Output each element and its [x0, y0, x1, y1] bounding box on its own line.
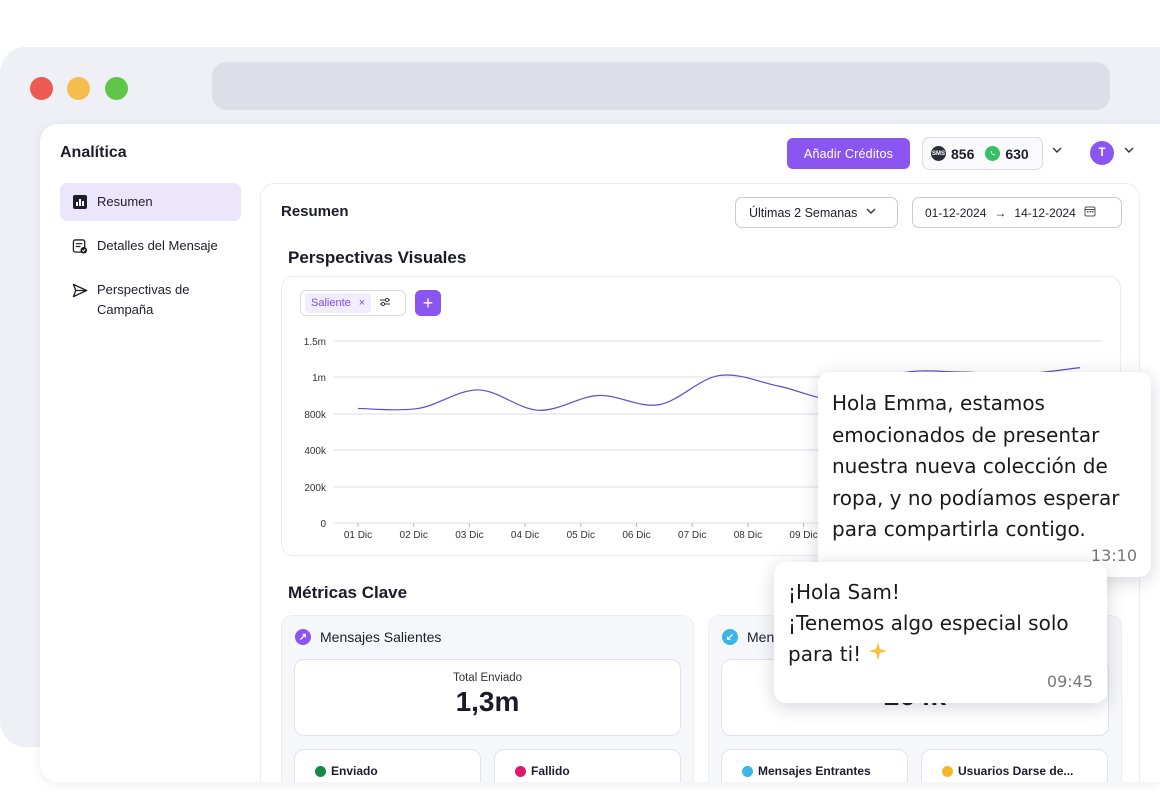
chevron-down-icon[interactable] — [1123, 144, 1135, 159]
date-to: 14-12-2024 — [1014, 205, 1076, 220]
metric-card-title: Mensajes Salientes — [320, 629, 442, 645]
whatsapp-icon — [985, 146, 1001, 161]
legend-dot — [742, 766, 753, 777]
page-title: Analítica — [60, 144, 127, 161]
key-metrics-title: Métricas Clave — [288, 583, 408, 602]
x-tick-label: 01 Dic — [344, 530, 372, 541]
date-range-picker[interactable]: 01-12-2024 → 14-12-2024 — [912, 197, 1122, 228]
chevron-down-icon — [865, 205, 877, 220]
message-text: ¡Hola Sam! ¡Tenemos algo especial solo p… — [788, 580, 1069, 666]
message-bubble: ¡Hola Sam! ¡Tenemos algo especial solo p… — [774, 562, 1107, 703]
filter-chip[interactable]: Saliente × — [300, 290, 406, 316]
sidebar: Resumen Detalles del Mensaje Perspectiva… — [60, 183, 241, 335]
total-value: 1,3m — [455, 686, 520, 717]
x-tick-label: 03 Dic — [455, 530, 483, 541]
x-tick-label: 09 Dic — [789, 530, 817, 541]
legend-dot — [315, 766, 326, 777]
sidebar-item-label: Resumen — [97, 194, 153, 209]
sliders-icon[interactable] — [379, 296, 391, 311]
outgoing-metrics-card: ↗ Mensajes Salientes Total Enviado 1,3m … — [281, 615, 694, 782]
y-tick-label: 1.5m — [304, 337, 326, 348]
whatsapp-balance: 630 — [1005, 145, 1029, 162]
message-content: ¡Hola Sam! ¡Tenemos algo especial solo p… — [788, 577, 1069, 670]
sms-balance: 856 — [951, 145, 975, 162]
add-filter-button[interactable]: + — [415, 290, 441, 316]
add-credits-button[interactable]: Añadir Créditos — [787, 138, 910, 169]
x-tick-label: 06 Dic — [622, 530, 650, 541]
calendar-icon — [1084, 205, 1096, 220]
section-heading: Resumen — [281, 203, 349, 220]
arrow-up-right-icon: ↗ — [295, 629, 311, 645]
message-text: Hola Emma, estamos emocionados de presen… — [832, 391, 1120, 541]
incoming-stat: Mensajes Entrantes — [721, 749, 908, 782]
sms-icon: SMS — [931, 146, 946, 161]
total-sent-box: Total Enviado 1,3m — [294, 659, 681, 736]
range-select-value: Últimas 2 Semanas — [749, 205, 858, 220]
legend-dot — [515, 766, 526, 777]
maximize-window-button[interactable] — [105, 77, 128, 100]
metric-card-title: Men — [747, 629, 775, 645]
filter-chip-label: Saliente × — [305, 293, 372, 313]
date-from: 01-12-2024 — [925, 205, 987, 220]
metric-card-header: ↗ Mensajes Salientes — [295, 629, 441, 645]
arrow-icon: → — [994, 205, 1007, 220]
sidebar-item-label: Detalles del Mensaje — [97, 238, 218, 253]
x-tick-label: 08 Dic — [734, 530, 762, 541]
message-time: 09:45 — [1046, 672, 1093, 691]
chevron-down-icon[interactable] — [1051, 144, 1063, 159]
address-bar[interactable] — [212, 62, 1110, 110]
total-label: Total Enviado — [452, 672, 523, 684]
avatar[interactable]: T — [1090, 141, 1114, 165]
legend-dot — [942, 766, 953, 777]
x-tick-label: 05 Dic — [567, 530, 595, 541]
failed-stat: Fallido — [494, 749, 681, 782]
range-select[interactable]: Últimas 2 Semanas — [735, 197, 898, 228]
stat-label: Fallido — [531, 764, 570, 778]
y-tick-label: 0 — [320, 519, 326, 530]
sparkle-icon — [868, 639, 888, 670]
x-tick-label: 04 Dic — [511, 530, 539, 541]
sidebar-item-detalles[interactable]: Detalles del Mensaje — [60, 227, 241, 265]
x-tick-label: 07 Dic — [678, 530, 706, 541]
stat-label: Mensajes Entrantes — [758, 764, 871, 778]
send-icon — [72, 282, 88, 298]
y-tick-label: 400k — [304, 446, 327, 457]
y-tick-label: 200k — [304, 483, 327, 494]
sidebar-item-label: Perspectivas de Campaña — [97, 282, 190, 317]
sent-stat: Enviado — [294, 749, 481, 782]
metric-card-header: ↙ Men — [722, 629, 774, 645]
x-tick-label: 02 Dic — [400, 530, 428, 541]
close-window-button[interactable] — [30, 77, 53, 100]
stat-label: Usuarios Darse de... — [958, 764, 1074, 778]
y-tick-label: 800k — [304, 410, 327, 421]
credit-balance[interactable]: SMS 856 630 — [922, 137, 1043, 170]
message-bubble: Hola Emma, estamos emocionados de presen… — [818, 372, 1151, 577]
close-icon[interactable]: × — [359, 297, 365, 309]
minimize-window-button[interactable] — [67, 77, 90, 100]
visual-insights-title: Perspectivas Visuales — [288, 248, 467, 267]
message-details-icon — [72, 238, 88, 254]
filter-chip-text: Saliente — [311, 297, 351, 309]
y-tick-label: 1m — [312, 373, 326, 384]
unsubscribe-stat: Usuarios Darse de... — [921, 749, 1108, 782]
sidebar-item-perspectivas[interactable]: Perspectivas de Campaña — [60, 271, 241, 329]
bar-chart-icon — [72, 194, 88, 210]
sidebar-item-resumen[interactable]: Resumen — [60, 183, 241, 221]
stat-label: Enviado — [331, 764, 378, 778]
arrow-down-left-icon: ↙ — [722, 629, 738, 645]
